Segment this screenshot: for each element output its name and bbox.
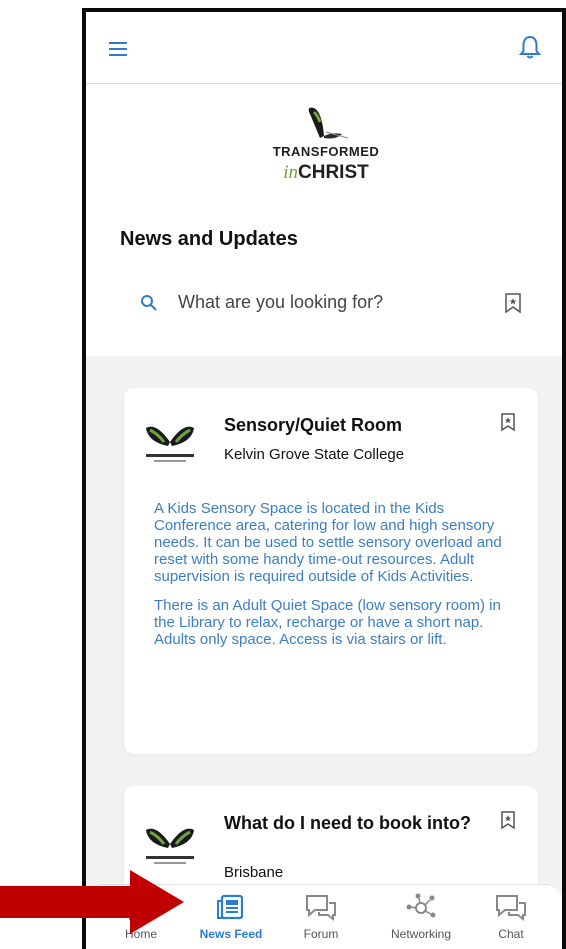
feed-header-area: TRANSFORMED inCHRIST News and Updates Wh…	[86, 84, 562, 356]
hamburger-menu-icon	[109, 42, 127, 56]
bell-icon	[518, 35, 542, 59]
post-title: Sensory/Quiet Room	[224, 415, 403, 435]
post-location: Brisbane	[224, 864, 284, 881]
logo-line-2-prefix: in	[283, 162, 299, 183]
post-paragraph: There is an Adult Quiet Space (low senso…	[154, 597, 501, 648]
notifications-button[interactable]	[518, 34, 542, 62]
butterfly-logo-icon	[146, 828, 194, 864]
menu-button[interactable]	[108, 38, 134, 60]
app-header	[86, 12, 562, 84]
phone-screen: TRANSFORMED inCHRIST News and Updates Wh…	[82, 8, 566, 949]
search-bar[interactable]: What are you looking for?	[120, 280, 540, 328]
nav-news-feed[interactable]: News Feed	[186, 893, 276, 941]
nav-networking[interactable]: Networking	[376, 893, 466, 941]
news-card[interactable]: Sensory/Quiet Room Kelvin Grove State Co…	[124, 388, 538, 754]
post-title: What do I need to book into?	[224, 813, 471, 833]
nav-chat[interactable]: Chat	[466, 893, 556, 941]
butterfly-logo-icon	[308, 107, 349, 139]
logo-line-2-main: CHRIST	[298, 162, 369, 183]
page-title: News and Updates	[120, 228, 298, 250]
red-arrow-annotation	[0, 870, 184, 934]
network-icon	[406, 893, 436, 918]
nav-label: News Feed	[199, 927, 263, 941]
post-body: A Kids Sensory Space is located in the K…	[154, 500, 514, 660]
search-icon	[141, 295, 157, 311]
chat-bubbles-icon	[306, 895, 336, 921]
nav-forum[interactable]: Forum	[276, 893, 366, 941]
nav-label: Forum	[303, 927, 339, 941]
bookmark-icon[interactable]	[500, 810, 516, 830]
chat-bubbles-icon	[496, 895, 526, 921]
post-paragraph: A Kids Sensory Space is located in the K…	[154, 500, 502, 585]
bookmark-icon[interactable]	[504, 292, 522, 314]
bookmark-icon[interactable]	[500, 412, 516, 432]
nav-label: Networking	[390, 927, 452, 941]
logo-line-2: inCHRIST	[256, 162, 396, 184]
logo-line-1: TRANSFORMED	[272, 144, 380, 159]
nav-label: Chat	[498, 927, 524, 941]
app-logo: TRANSFORMED inCHRIST	[256, 102, 396, 184]
post-location: Kelvin Grove State College	[224, 446, 405, 463]
search-input[interactable]: What are you looking for?	[178, 292, 383, 313]
butterfly-logo-icon	[146, 426, 194, 462]
newspaper-icon	[217, 894, 244, 920]
